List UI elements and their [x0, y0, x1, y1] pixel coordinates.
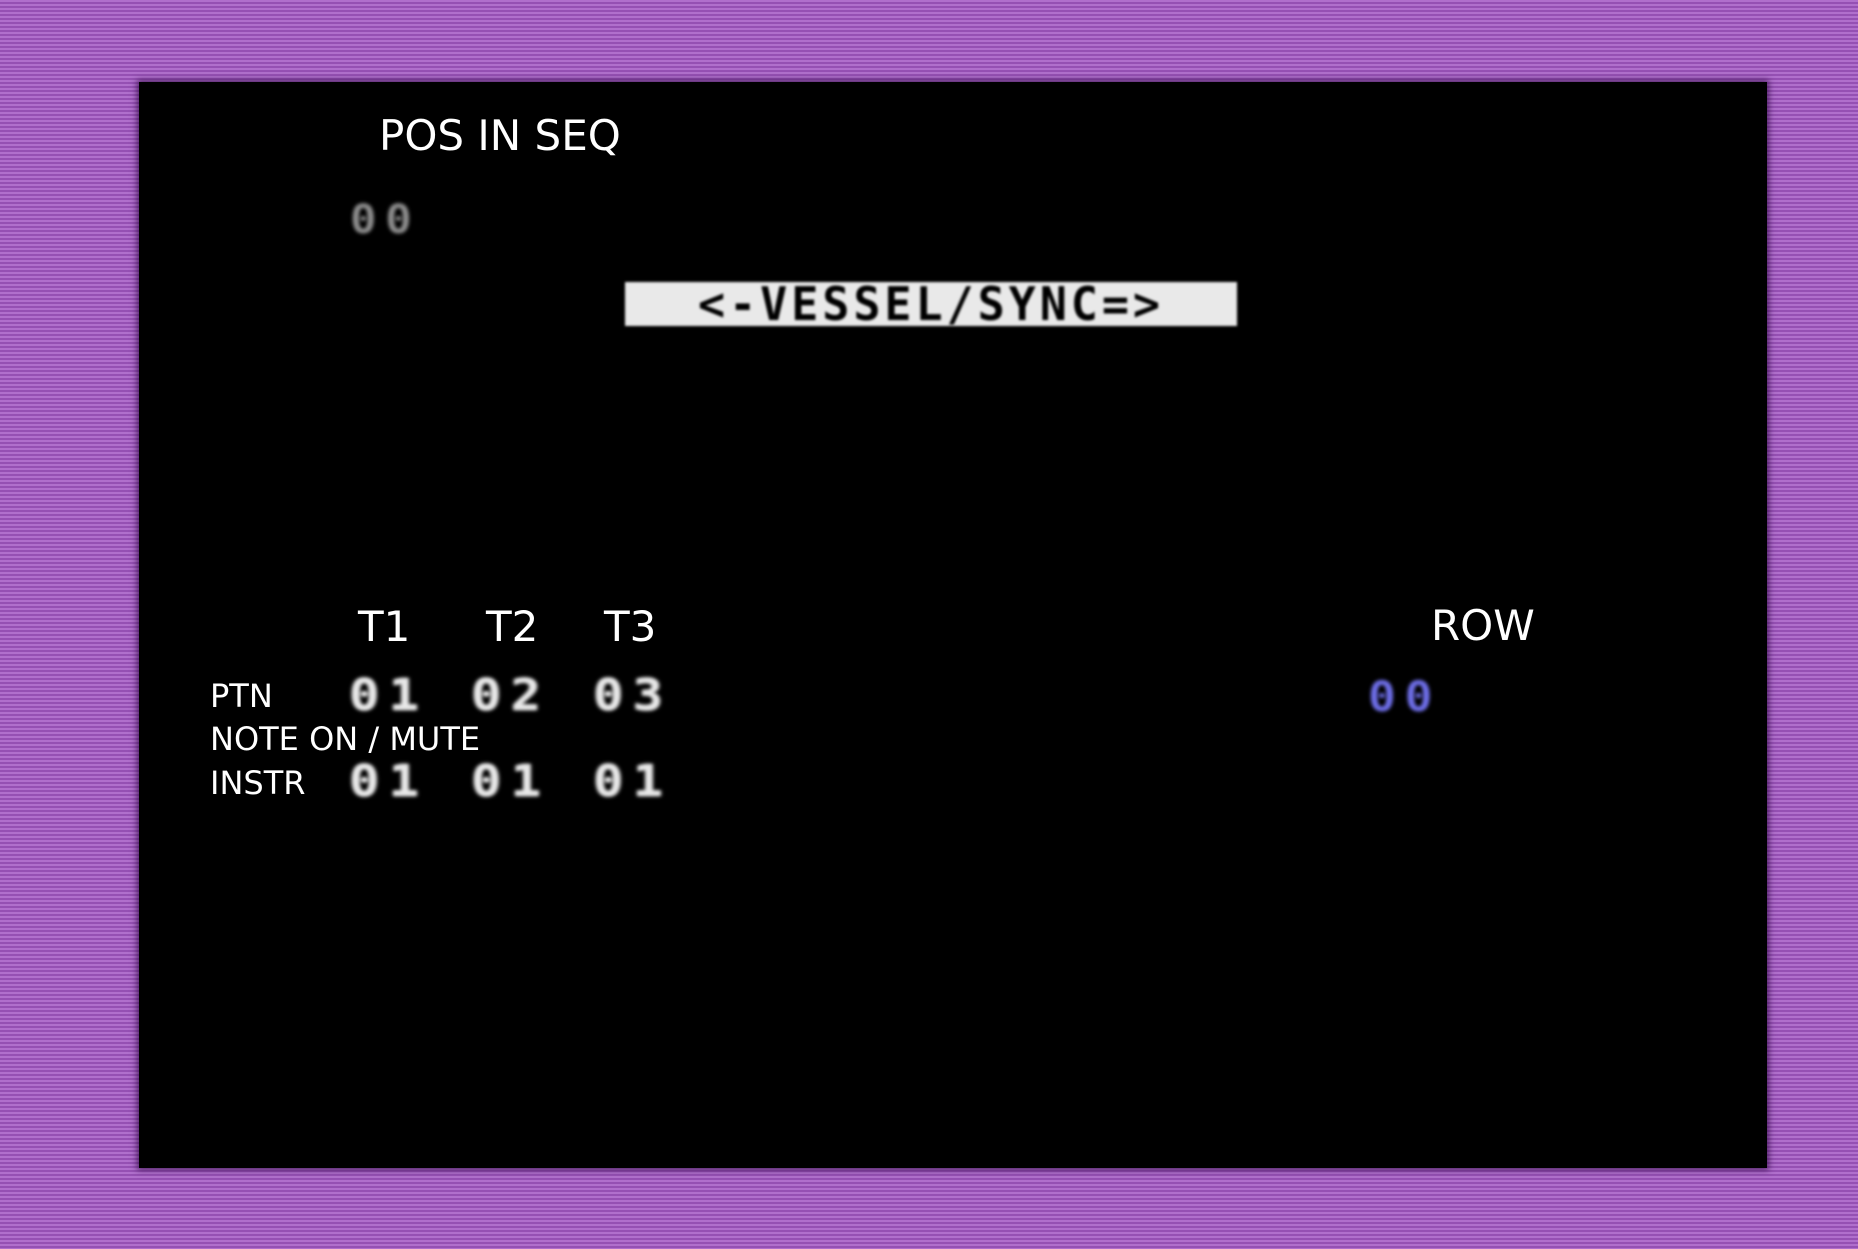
ptn-label: PTN: [210, 677, 273, 715]
title-banner: <-VESSEL/SYNC=>: [625, 277, 1237, 331]
column-header-t1: T1: [358, 602, 411, 651]
instr-value-t3: 01: [593, 756, 673, 807]
screen: POS IN SEQ 00 <-VESSEL/SYNC=> T1 T2 T3 P…: [139, 82, 1767, 1168]
title-banner-text: <-VESSEL/SYNC=>: [698, 277, 1164, 331]
ptn-value-t3: 03: [593, 670, 673, 721]
column-header-t3: T3: [604, 602, 657, 651]
note-on-mute-label: NOTE ON / MUTE: [210, 720, 481, 758]
instr-value-t1: 01: [349, 756, 429, 807]
pos-in-seq-value: 00: [350, 197, 421, 243]
row-label: ROW: [1431, 601, 1535, 650]
ptn-value-t1: 01: [349, 670, 429, 721]
ptn-value-t2: 02: [471, 670, 551, 721]
row-value: 00: [1368, 672, 1442, 721]
instr-value-t2: 01: [471, 756, 551, 807]
instr-label: INSTR: [210, 764, 306, 802]
pos-in-seq-label: POS IN SEQ: [379, 111, 621, 160]
column-header-t2: T2: [486, 602, 539, 651]
